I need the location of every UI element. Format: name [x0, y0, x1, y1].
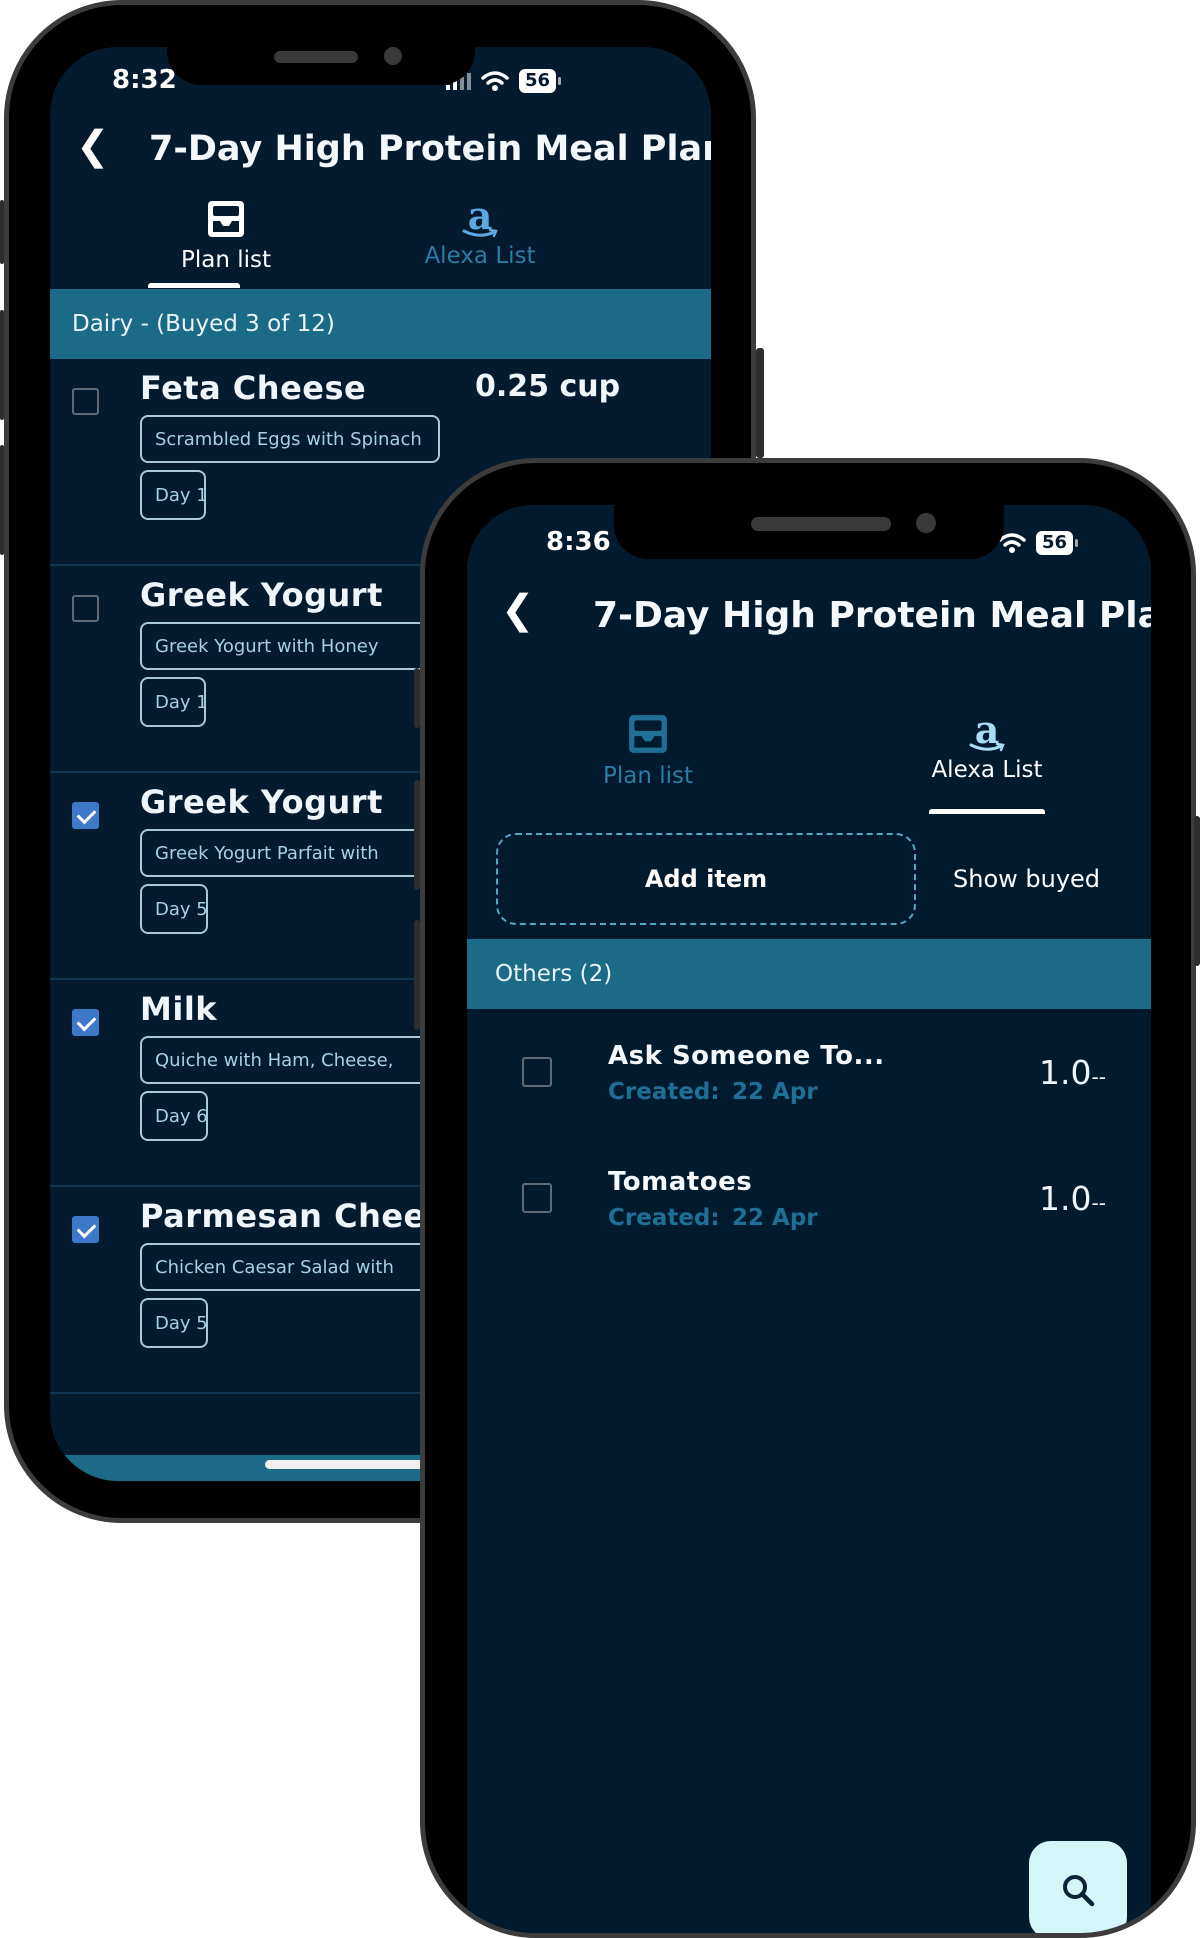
item-quantity: 1.0--: [1039, 1179, 1106, 1218]
recipe-chip[interactable]: Greek Yogurt Parfait with: [140, 829, 440, 877]
side-button: [414, 780, 420, 890]
day-chip[interactable]: Day 5: [140, 1298, 208, 1348]
recipe-label: Greek Yogurt Parfait with: [155, 842, 379, 864]
amazon-icon: a: [467, 193, 493, 238]
phone-frame-alexa-list: 8:36 56 ❮ 7-Day High Protein Meal Plan P…: [420, 458, 1196, 1938]
side-button: [0, 200, 4, 264]
item-name: Parmesan Chee: [140, 1197, 426, 1235]
item-name: Feta Cheese: [140, 369, 367, 407]
day-label: Day 5: [155, 898, 208, 920]
tab-plan-list[interactable]: Plan list: [553, 713, 743, 789]
item-checkbox[interactable]: [522, 1183, 552, 1213]
side-button: [414, 920, 420, 1030]
tab-active-indicator: [148, 283, 240, 288]
day-chip[interactable]: Day 1: [140, 677, 206, 727]
speaker: [751, 517, 891, 531]
item-checkbox[interactable]: [522, 1057, 552, 1087]
recipe-chip[interactable]: Greek Yogurt with Honey: [140, 622, 440, 670]
created-date: 22 Apr: [732, 1079, 818, 1105]
day-chip[interactable]: Day 6: [140, 1091, 208, 1141]
created-label: Created:: [608, 1079, 720, 1105]
day-chip[interactable]: Day 1: [140, 470, 206, 520]
item-checkbox-checked[interactable]: [72, 802, 99, 829]
side-button: [756, 348, 764, 458]
notch: [167, 47, 475, 85]
side-button: [0, 445, 4, 555]
wifi-icon: [481, 71, 509, 91]
created-date: 22 Apr: [732, 1205, 818, 1231]
item-quantity: 1.0--: [1039, 1053, 1106, 1092]
recipe-label: Scrambled Eggs with Spinach: [155, 428, 422, 450]
tab-alexa-list[interactable]: a Alexa List: [907, 707, 1067, 784]
item-name: Ask Someone To...: [608, 1041, 885, 1071]
recipe-label: Greek Yogurt with Honey: [155, 635, 379, 657]
list-item[interactable]: Ask Someone To... Created: 22 Apr 1.0--: [467, 1009, 1151, 1135]
recipe-label: Quiche with Ham, Cheese,: [155, 1049, 394, 1071]
item-checkbox-checked[interactable]: [72, 1216, 99, 1243]
show-buyed-toggle[interactable]: Show buyed: [953, 865, 1100, 893]
inbox-tray-icon: [629, 715, 667, 753]
section-label: Dairy - (Buyed 3 of 12): [72, 311, 335, 337]
day-label: Day 5: [155, 1312, 208, 1334]
status-time: 8:32: [112, 65, 177, 95]
section-header-dairy[interactable]: Dairy - (Buyed 3 of 12): [50, 289, 711, 359]
phone-screen: 8:36 56 ❮ 7-Day High Protein Meal Plan P…: [467, 505, 1151, 1933]
tab-active-indicator: [929, 809, 1045, 814]
battery-indicator: 56: [519, 69, 562, 93]
notch: [614, 505, 1004, 559]
created-label: Created:: [608, 1205, 720, 1231]
page-title: 7-Day High Protein Meal Plan: [149, 129, 711, 169]
page-title: 7-Day High Protein Meal Plan: [593, 595, 1151, 636]
item-name: Greek Yogurt: [140, 783, 383, 821]
day-label: Day 1: [155, 484, 206, 506]
camera: [916, 513, 936, 533]
day-label: Day 1: [155, 691, 206, 713]
camera: [384, 47, 402, 65]
recipe-chip[interactable]: Scrambled Eggs with Spinach: [140, 415, 440, 463]
item-quantity: 0.25 cup: [475, 369, 621, 404]
back-chevron-icon[interactable]: ❮: [501, 587, 535, 633]
tab-label: Plan list: [602, 763, 694, 789]
tab-plan-list[interactable]: Plan list: [132, 199, 320, 273]
section-header-others[interactable]: Others (2): [467, 939, 1151, 1009]
recipe-label: Chicken Caesar Salad with: [155, 1256, 394, 1278]
item-name: Tomatoes: [608, 1167, 753, 1197]
day-chip[interactable]: Day 5: [140, 884, 208, 934]
section-label: Others (2): [495, 961, 613, 987]
item-name: Greek Yogurt: [140, 576, 383, 614]
amazon-icon: a: [974, 707, 1000, 752]
side-button: [414, 668, 420, 728]
speaker: [274, 51, 358, 63]
item-name: Milk: [140, 990, 218, 1028]
inbox-tray-icon: [208, 201, 244, 237]
tab-label: Plan list: [180, 247, 272, 273]
side-button: [0, 310, 4, 420]
item-checkbox[interactable]: [72, 388, 99, 415]
item-checkbox[interactable]: [72, 595, 99, 622]
item-checkbox-checked[interactable]: [72, 1009, 99, 1036]
battery-indicator: 56: [1036, 531, 1079, 555]
recipe-chip[interactable]: Quiche with Ham, Cheese,: [140, 1036, 440, 1084]
back-chevron-icon[interactable]: ❮: [76, 123, 110, 169]
recipe-chip[interactable]: Chicken Caesar Salad with: [140, 1243, 440, 1291]
search-icon: [1063, 1875, 1095, 1907]
status-time: 8:36: [546, 527, 611, 557]
tab-label: Alexa List: [931, 757, 1043, 783]
day-label: Day 6: [155, 1105, 208, 1127]
search-fab[interactable]: [1029, 1841, 1127, 1933]
tab-label: Alexa List: [424, 243, 536, 269]
add-item-label: Add item: [644, 865, 768, 893]
side-button: [1194, 816, 1200, 966]
tab-alexa-list[interactable]: a Alexa List: [400, 193, 560, 270]
list-item[interactable]: Tomatoes Created: 22 Apr 1.0--: [467, 1135, 1151, 1261]
add-item-button[interactable]: Add item: [496, 833, 916, 925]
